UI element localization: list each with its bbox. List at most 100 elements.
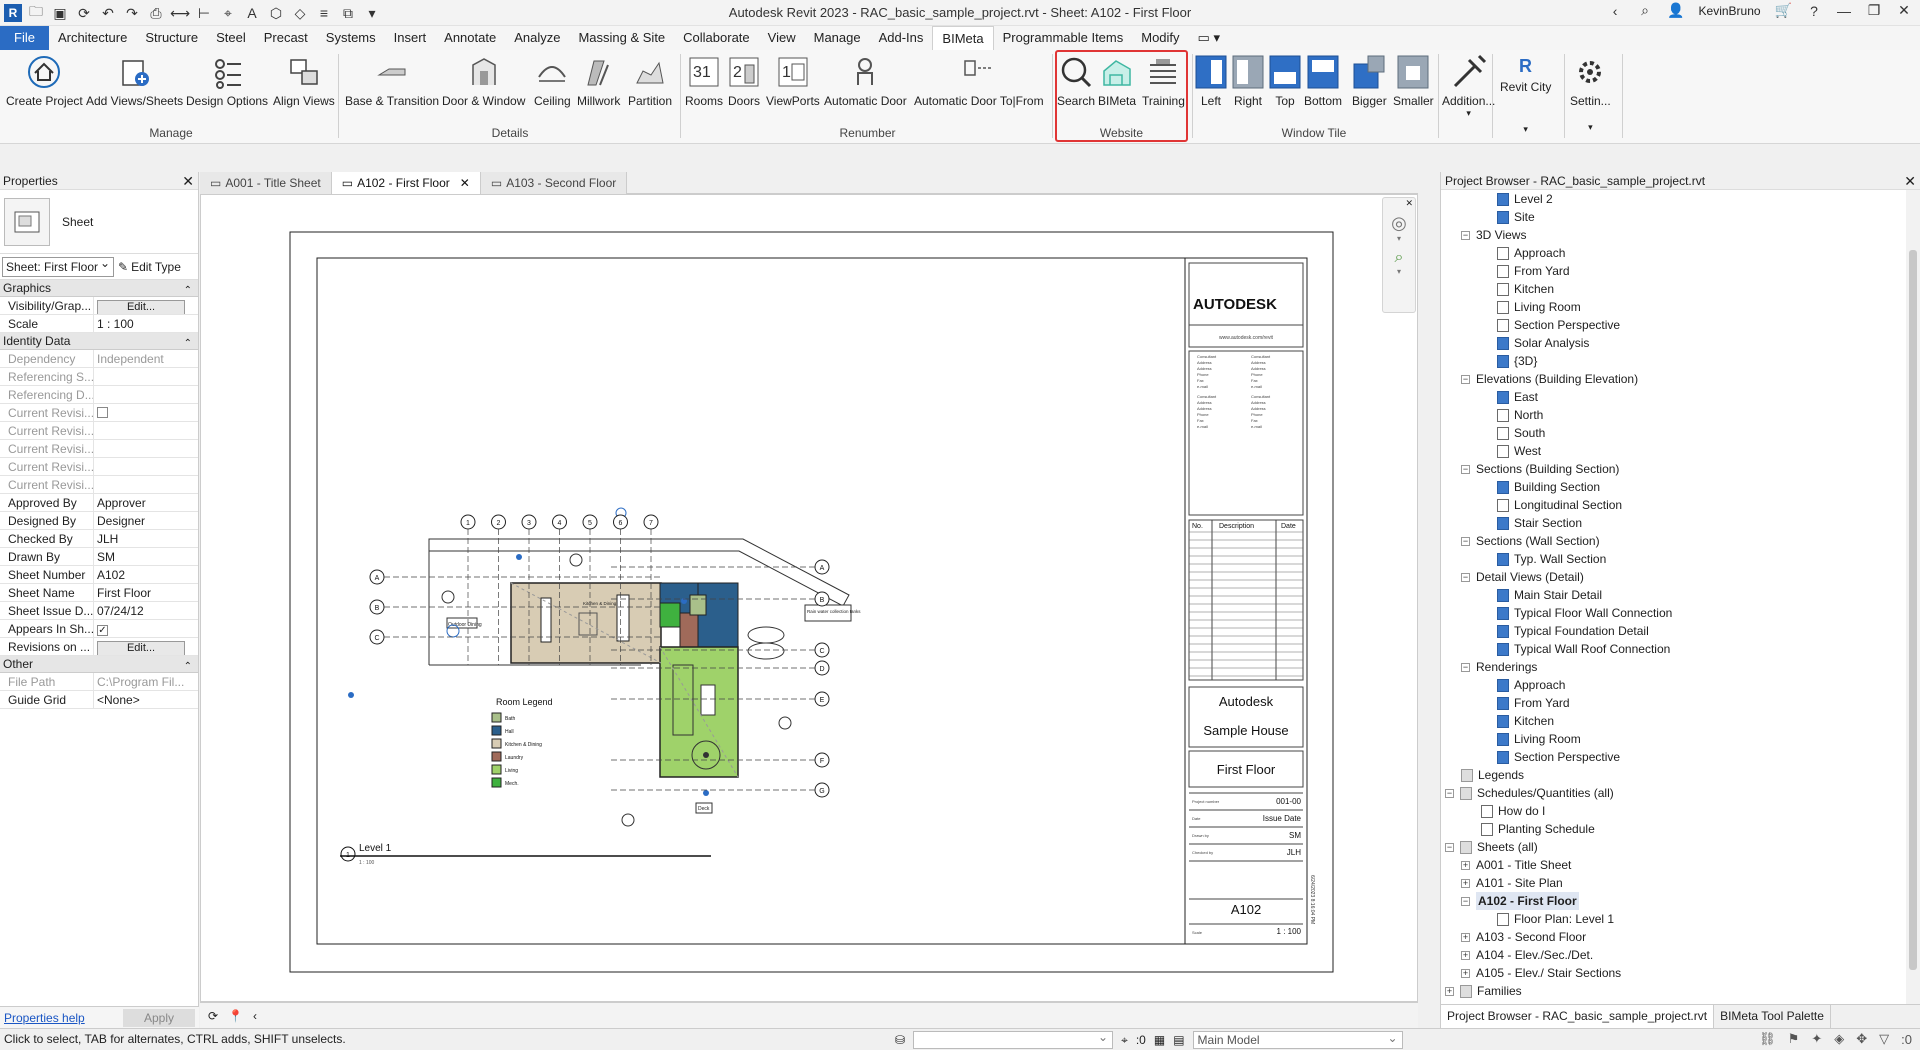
save-icon[interactable]: ▣ <box>50 3 70 23</box>
tree-item-how-do-i[interactable]: How do I <box>1441 802 1906 820</box>
prop-row-current-revisi[interactable]: Current Revisi... <box>0 422 198 440</box>
prop-value[interactable] <box>94 404 198 421</box>
appears-checkbox[interactable]: ✓ <box>97 625 108 636</box>
group-graphics[interactable]: Graphics <box>0 280 198 299</box>
tab-precast[interactable]: Precast <box>255 26 317 50</box>
tree-item-elevations-building-elevation[interactable]: − Elevations (Building Elevation) <box>1441 370 1906 388</box>
tab-a103[interactable]: ▭ A103 - Second Floor <box>480 172 628 194</box>
tree-item-a001-title-sheet[interactable]: + A001 - Title Sheet <box>1441 856 1906 874</box>
prop-row-file-path[interactable]: File Path C:\Program Fil... <box>0 673 198 691</box>
viewports-button[interactable]: 1 ViewPorts <box>766 54 820 108</box>
prop-value[interactable] <box>94 458 198 475</box>
tile-smaller-button[interactable]: Smaller <box>1393 54 1434 108</box>
tree-item-a105-elev-stair-sections[interactable]: + A105 - Elev./ Stair Sections <box>1441 964 1906 982</box>
prop-row-referencing-d[interactable]: Referencing D... <box>0 386 198 404</box>
prop-value[interactable]: Independent <box>94 350 198 367</box>
partition-button[interactable]: Partition <box>628 54 672 108</box>
tree-item-main-stair-detail[interactable]: Main Stair Detail <box>1441 586 1906 604</box>
zoom-icon[interactable]: ⌕ <box>1383 249 1415 267</box>
tree-item-site[interactable]: Site <box>1441 208 1906 226</box>
customize-qat-icon[interactable]: ▾ <box>362 3 382 23</box>
underlay-icon[interactable]: ⚑ <box>1788 1031 1800 1047</box>
expand-icon[interactable]: + <box>1445 986 1454 996</box>
tree-item-typ-wall-section[interactable]: Typ. Wall Section <box>1441 550 1906 568</box>
revit-city-dropdown-icon[interactable]: ▾ <box>1500 124 1551 135</box>
tree-item-building-section[interactable]: Building Section <box>1441 478 1906 496</box>
settings-button[interactable]: Settin... ▾ <box>1570 54 1611 133</box>
properties-help-link[interactable]: Properties help <box>4 1011 85 1025</box>
additional-button[interactable]: Addition... ▾ <box>1442 54 1495 119</box>
collapse-icon[interactable]: − <box>1461 896 1470 906</box>
user-icon[interactable]: 👤 <box>1667 2 1684 19</box>
prop-row-sheet-number[interactable]: Sheet Number A102 <box>0 566 198 584</box>
tag-icon[interactable]: ⌖ <box>218 3 238 23</box>
prop-value[interactable]: SM <box>94 548 198 565</box>
prop-row-drawn-by[interactable]: Drawn By SM <box>0 548 198 566</box>
pin-icon[interactable]: 📍 <box>228 1009 243 1023</box>
collapse-icon[interactable]: − <box>1461 572 1470 582</box>
close-navbar-icon[interactable]: ✕ <box>1383 198 1415 209</box>
user-name[interactable]: KevinBruno <box>1699 4 1761 18</box>
tree-item-sheets-all[interactable]: − Sheets (all) <box>1441 838 1906 856</box>
automatic-door-button[interactable]: Automatic Door <box>824 54 907 108</box>
collapse-icon[interactable]: − <box>1445 788 1454 798</box>
tree-item-detail-views-detail[interactable]: − Detail Views (Detail) <box>1441 568 1906 586</box>
undo-icon[interactable]: ↶ <box>98 3 118 23</box>
tree-item-sections-wall-section[interactable]: − Sections (Wall Section) <box>1441 532 1906 550</box>
align-views-button[interactable]: Align Views <box>273 54 335 108</box>
prop-value[interactable]: <None> <box>94 691 198 708</box>
base-transition-button[interactable]: Base & Transition <box>345 54 439 108</box>
prop-row-guide-grid[interactable]: Guide Grid <None> <box>0 691 198 709</box>
tree-item-living-room[interactable]: Living Room <box>1441 298 1906 316</box>
prop-value[interactable]: A102 <box>94 566 198 583</box>
prop-value[interactable]: 07/24/12 <box>94 602 198 619</box>
tree-item-typical-foundation-detail[interactable]: Typical Foundation Detail <box>1441 622 1906 640</box>
prop-row-current-revisi[interactable]: Current Revisi... <box>0 440 198 458</box>
main-model-icon[interactable]: ▤ <box>1173 1033 1184 1047</box>
tab-insert[interactable]: Insert <box>385 26 436 50</box>
face-select-icon[interactable]: ◈ <box>1834 1031 1844 1047</box>
rooms-button[interactable]: 31 Rooms <box>685 54 723 108</box>
prop-value[interactable]: Designer <box>94 512 198 529</box>
prop-row-visibility-grap[interactable]: Visibility/Grap... Edit... <box>0 297 198 315</box>
thin-lines-icon[interactable]: ≡ <box>314 3 334 23</box>
group-identity-data[interactable]: Identity Data <box>0 333 198 352</box>
tree-item-west[interactable]: West <box>1441 442 1906 460</box>
tree-item-approach[interactable]: Approach <box>1441 244 1906 262</box>
add-views-sheets-button[interactable]: Add Views/Sheets <box>86 54 183 108</box>
text-icon[interactable]: A <box>242 3 262 23</box>
prop-row-dependency[interactable]: Dependency Independent <box>0 350 198 368</box>
switch-windows-icon[interactable]: ⧉ <box>338 3 358 23</box>
tab-collaborate[interactable]: Collaborate <box>674 26 759 50</box>
pinned-icon[interactable]: ✦ <box>1811 1031 1822 1047</box>
tab-programmable-items[interactable]: Programmable Items <box>994 26 1133 50</box>
prop-row-current-revisi[interactable]: Current Revisi... <box>0 476 198 494</box>
tree-item-typical-wall-roof-connection[interactable]: Typical Wall Roof Connection <box>1441 640 1906 658</box>
prop-row-appears-in-sh[interactable]: Appears In Sh... ✓ <box>0 620 198 638</box>
prop-row-revisions-on[interactable]: Revisions on ... Edit... <box>0 638 198 656</box>
prop-value[interactable]: ✓ <box>94 620 198 637</box>
prop-value[interactable]: First Floor <box>94 584 198 601</box>
collapse-icon[interactable]: − <box>1461 536 1470 546</box>
scroll-thumb[interactable] <box>1909 250 1917 970</box>
automatic-door-tofrom-button[interactable]: Automatic Door To|From <box>914 54 1044 108</box>
tab-a102[interactable]: ▭ A102 - First Floor ✕ <box>331 172 481 194</box>
tile-bottom-button[interactable]: Bottom <box>1304 54 1342 108</box>
tab-modify[interactable]: Modify <box>1132 26 1188 50</box>
tree-item-section-perspective[interactable]: Section Perspective <box>1441 748 1906 766</box>
prop-value[interactable]: Edit... <box>94 297 198 314</box>
additional-dropdown-icon[interactable]: ▾ <box>1442 108 1495 119</box>
dimension-icon[interactable]: ⊢ <box>194 3 214 23</box>
millwork-button[interactable]: Millwork <box>577 54 620 108</box>
search-button[interactable]: Search <box>1057 54 1095 108</box>
zoom-dropdown-icon[interactable]: ▾ <box>1383 267 1415 276</box>
prop-row-scale[interactable]: Scale 1 : 100 <box>0 315 198 333</box>
prop-value[interactable] <box>94 368 198 385</box>
doors-button[interactable]: 2 Doors <box>727 54 761 108</box>
tree-item-longitudinal-section[interactable]: Longitudinal Section <box>1441 496 1906 514</box>
collapse-icon[interactable]: − <box>1461 374 1470 384</box>
revit-city-button[interactable]: R Revit City ▾ <box>1500 54 1551 135</box>
revit-logo-icon[interactable]: R <box>4 4 22 22</box>
close-tab-icon[interactable]: ✕ <box>460 176 470 190</box>
help-icon[interactable]: ? <box>1806 3 1822 19</box>
